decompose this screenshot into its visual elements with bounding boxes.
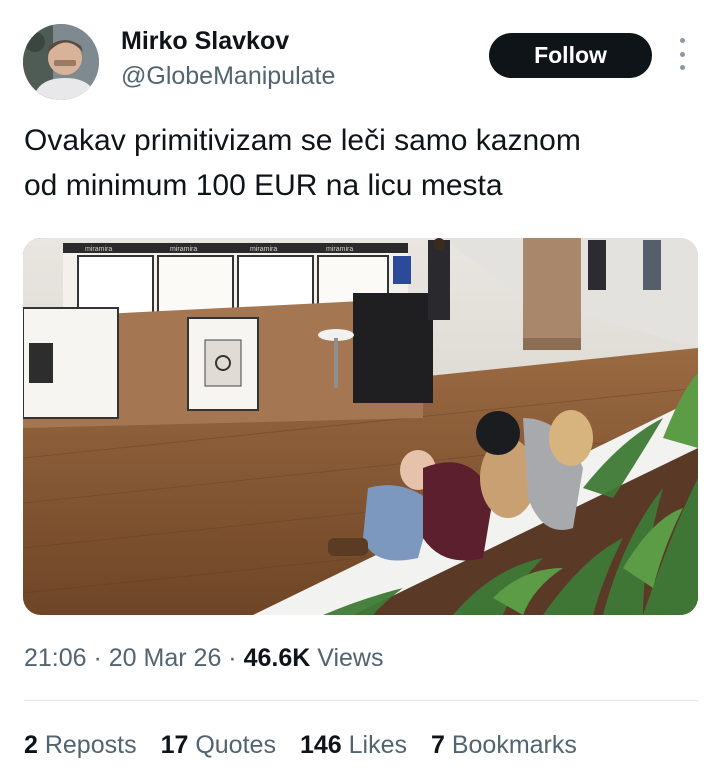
tweet-header: Mirko Slavkov @GlobeManipulate Follow	[0, 0, 720, 110]
tweet-date[interactable]: 20 Mar 26	[109, 644, 222, 672]
store-sign-text: miramira	[250, 246, 277, 253]
more-dot	[679, 38, 685, 43]
tweet-media-photo[interactable]: miramira miramira miramira miramira	[23, 238, 698, 615]
stat-label: Likes	[341, 730, 407, 759]
stat-count: 17	[160, 730, 189, 759]
tweet-metadata: 21:06 · 20 Mar 26 · 46.6K Views	[24, 644, 383, 673]
views-count: 46.6K	[243, 644, 311, 672]
stat-count: 146	[299, 730, 342, 759]
stat-label: Bookmarks	[444, 730, 577, 759]
follow-button[interactable]: Follow	[489, 33, 652, 78]
avatar-photo	[23, 24, 99, 100]
store-sign-text: miramira	[326, 246, 353, 253]
store-sign-text: miramira	[170, 246, 197, 253]
stat-bookmarks[interactable]: 7 Bookmarks	[431, 731, 577, 760]
tweet-text-line: Ovakav primitivizam se leči samo kaznom	[24, 124, 581, 157]
author-handle[interactable]: @GlobeManipulate	[121, 62, 335, 91]
tweet-text: Ovakav primitivizam se leči samo kaznom …	[24, 118, 694, 208]
avatar[interactable]	[23, 24, 99, 100]
views-label: Views	[310, 644, 384, 672]
author-name[interactable]: Mirko Slavkov	[121, 27, 289, 56]
stat-reposts[interactable]: 2 Reposts	[24, 731, 137, 760]
meta-separator: ·	[221, 644, 244, 672]
mall-photo: miramira miramira miramira miramira	[23, 238, 698, 615]
more-vertical-icon[interactable]	[672, 38, 692, 70]
divider	[24, 700, 698, 701]
stat-quotes[interactable]: 17 Quotes	[161, 731, 276, 760]
meta-separator: ·	[86, 644, 109, 672]
more-dot	[679, 51, 685, 57]
tweet-time[interactable]: 21:06	[24, 644, 87, 672]
stat-label: Reposts	[37, 730, 137, 759]
stat-likes[interactable]: 146 Likes	[300, 731, 407, 760]
stat-count: 2	[24, 730, 38, 759]
tweet-text-line: od minimum 100 EUR na licu mesta	[24, 169, 503, 202]
stat-label: Quotes	[188, 730, 276, 759]
store-sign-text: miramira	[85, 246, 112, 253]
more-dot	[679, 65, 685, 70]
engagement-stats: 2 Reposts 17 Quotes 146 Likes 7 Bookmark…	[24, 728, 601, 762]
stat-count: 7	[430, 730, 445, 759]
